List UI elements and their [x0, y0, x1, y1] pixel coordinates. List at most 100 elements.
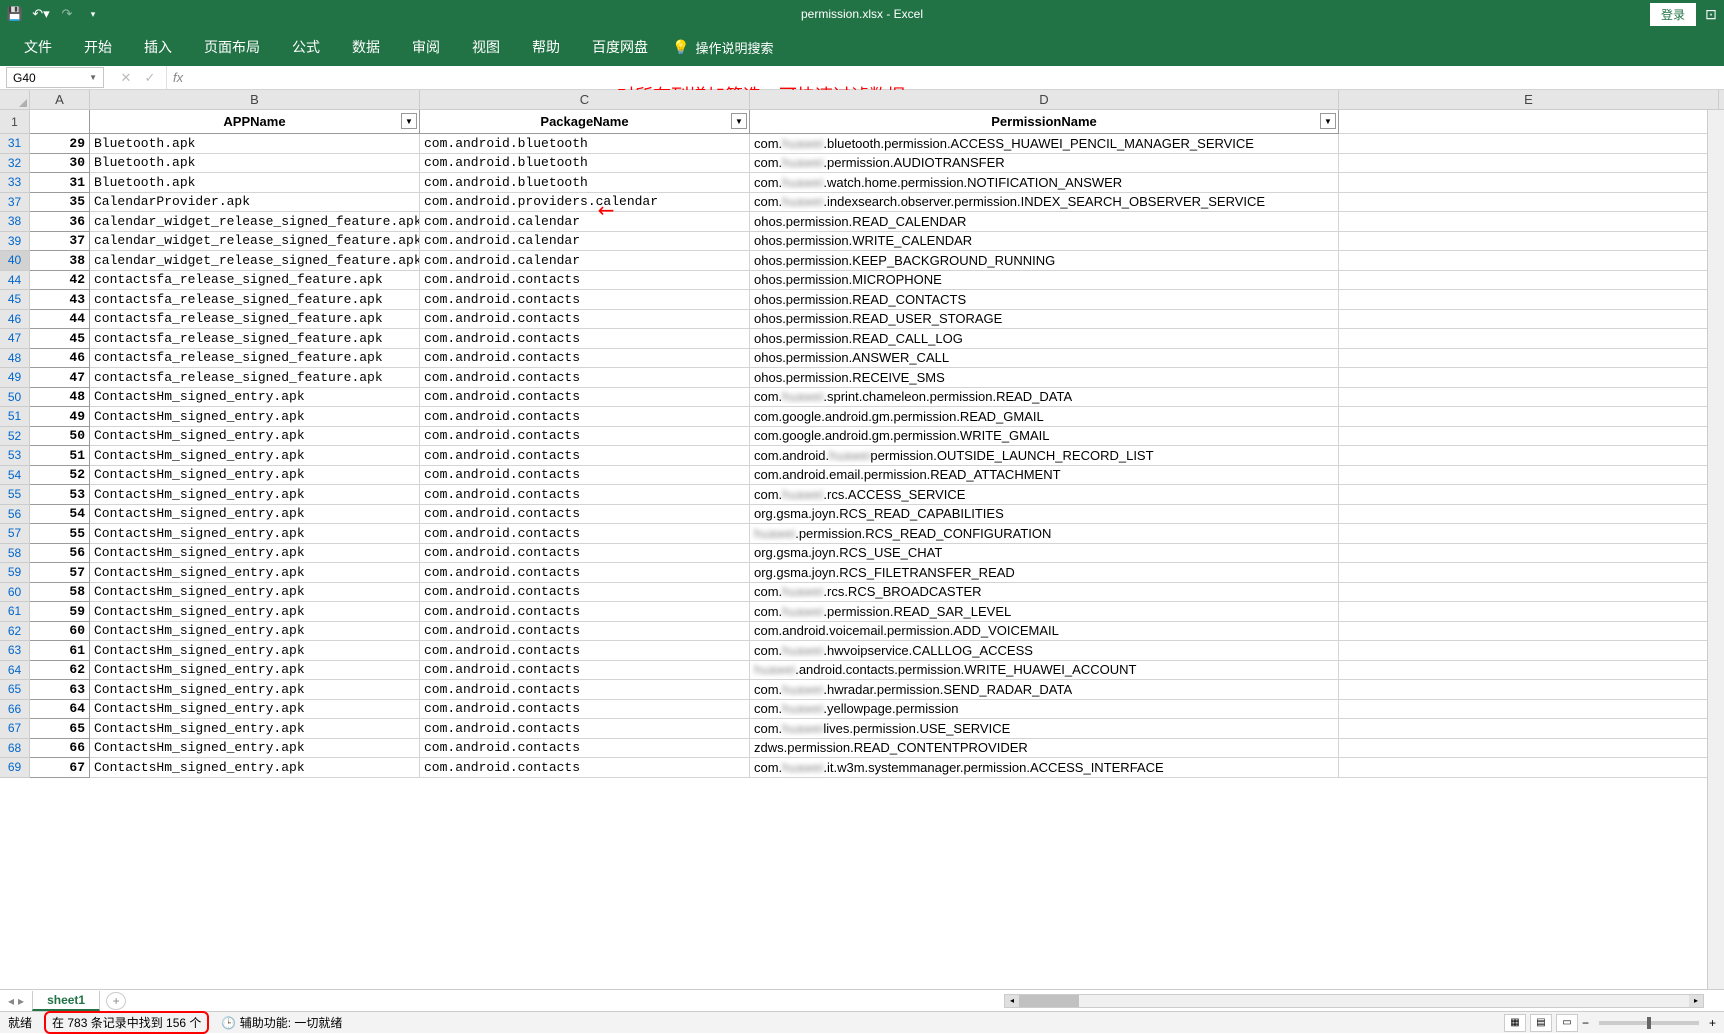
cell-appname[interactable]: ContactsHm_signed_entry.apk	[90, 485, 420, 505]
cell-appname[interactable]: ContactsHm_signed_entry.apk	[90, 719, 420, 739]
cell-empty[interactable]	[1339, 583, 1719, 603]
cell-appname[interactable]: ContactsHm_signed_entry.apk	[90, 583, 420, 603]
save-icon[interactable]: 💾	[6, 5, 24, 23]
row-header[interactable]: 44	[0, 271, 30, 291]
vertical-scrollbar[interactable]	[1707, 110, 1724, 989]
cell-permissionname[interactable]: ohos.permission.READ_USER_STORAGE	[750, 310, 1339, 330]
tab-file[interactable]: 文件	[8, 29, 68, 65]
cell-index[interactable]: 36	[30, 212, 90, 232]
cell-permissionname[interactable]: org.gsma.joyn.RCS_USE_CHAT	[750, 544, 1339, 564]
cell-appname[interactable]: ContactsHm_signed_entry.apk	[90, 661, 420, 681]
header-cell-A[interactable]	[30, 110, 90, 134]
cell-packagename[interactable]: com.android.calendar	[420, 251, 750, 271]
cell-permissionname[interactable]: com.google.android.gm.permission.READ_GM…	[750, 407, 1339, 427]
header-cell-appname[interactable]: APPName▼	[90, 110, 420, 134]
cell-index[interactable]: 54	[30, 505, 90, 525]
fx-icon[interactable]: fx	[167, 70, 189, 85]
cell-packagename[interactable]: com.android.contacts	[420, 758, 750, 778]
row-header[interactable]: 67	[0, 719, 30, 739]
cell-index[interactable]: 63	[30, 680, 90, 700]
cell-appname[interactable]: ContactsHm_signed_entry.apk	[90, 680, 420, 700]
view-break-icon[interactable]: ▭	[1556, 1014, 1578, 1032]
header-cell-packagename[interactable]: PackageName▼	[420, 110, 750, 134]
cell-appname[interactable]: ContactsHm_signed_entry.apk	[90, 739, 420, 759]
cell-index[interactable]: 65	[30, 719, 90, 739]
row-header[interactable]: 66	[0, 700, 30, 720]
maximize-icon[interactable]: ⊡	[1698, 1, 1724, 27]
cell-empty[interactable]	[1339, 407, 1719, 427]
cell-index[interactable]: 52	[30, 466, 90, 486]
cell-empty[interactable]	[1339, 680, 1719, 700]
cell-permissionname[interactable]: org.gsma.joyn.RCS_READ_CAPABILITIES	[750, 505, 1339, 525]
cell-index[interactable]: 59	[30, 602, 90, 622]
cell-appname[interactable]: contactsfa_release_signed_feature.apk	[90, 310, 420, 330]
cell-index[interactable]: 49	[30, 407, 90, 427]
cell-appname[interactable]: ContactsHm_signed_entry.apk	[90, 622, 420, 642]
tab-baidu[interactable]: 百度网盘	[576, 29, 664, 65]
cell-appname[interactable]: ContactsHm_signed_entry.apk	[90, 524, 420, 544]
cell-empty[interactable]	[1339, 212, 1719, 232]
cell-empty[interactable]	[1339, 641, 1719, 661]
cell-appname[interactable]: contactsfa_release_signed_feature.apk	[90, 290, 420, 310]
cell-permissionname[interactable]: ohos.permission.READ_CONTACTS	[750, 290, 1339, 310]
row-header[interactable]: 59	[0, 563, 30, 583]
cell-permissionname[interactable]: com.android.email.permission.READ_ATTACH…	[750, 466, 1339, 486]
cell-packagename[interactable]: com.android.contacts	[420, 661, 750, 681]
zoom-in-button[interactable]: +	[1709, 1016, 1716, 1030]
cell-appname[interactable]: contactsfa_release_signed_feature.apk	[90, 349, 420, 369]
cell-appname[interactable]: calendar_widget_release_signed_feature.a…	[90, 232, 420, 252]
cell-empty[interactable]	[1339, 466, 1719, 486]
row-header[interactable]: 68	[0, 739, 30, 759]
tab-formulas[interactable]: 公式	[276, 29, 336, 65]
cell-index[interactable]: 37	[30, 232, 90, 252]
filter-active-icon[interactable]: ▼	[731, 113, 747, 129]
cell-appname[interactable]: calendar_widget_release_signed_feature.a…	[90, 251, 420, 271]
cell-appname[interactable]: ContactsHm_signed_entry.apk	[90, 505, 420, 525]
cell-empty[interactable]	[1339, 563, 1719, 583]
tab-insert[interactable]: 插入	[128, 29, 188, 65]
row-header-1[interactable]: 1	[0, 110, 30, 134]
cell-index[interactable]: 58	[30, 583, 90, 603]
col-header-E[interactable]: E	[1339, 90, 1719, 109]
cell-empty[interactable]	[1339, 251, 1719, 271]
cell-empty[interactable]	[1339, 505, 1719, 525]
cell-packagename[interactable]: com.android.calendar	[420, 232, 750, 252]
cell-permissionname[interactable]: com.huawei.sprint.chameleon.permission.R…	[750, 388, 1339, 408]
row-header[interactable]: 33	[0, 173, 30, 193]
cell-appname[interactable]: calendar_widget_release_signed_feature.a…	[90, 212, 420, 232]
cell-index[interactable]: 42	[30, 271, 90, 291]
row-header[interactable]: 32	[0, 154, 30, 174]
row-header[interactable]: 47	[0, 329, 30, 349]
cell-packagename[interactable]: com.android.bluetooth	[420, 134, 750, 154]
row-header[interactable]: 31	[0, 134, 30, 154]
cell-index[interactable]: 66	[30, 739, 90, 759]
cell-appname[interactable]: ContactsHm_signed_entry.apk	[90, 544, 420, 564]
cell-empty[interactable]	[1339, 524, 1719, 544]
cell-packagename[interactable]: com.android.contacts	[420, 329, 750, 349]
cell-empty[interactable]	[1339, 134, 1719, 154]
cell-empty[interactable]	[1339, 368, 1719, 388]
cell-index[interactable]: 47	[30, 368, 90, 388]
row-header[interactable]: 63	[0, 641, 30, 661]
cell-empty[interactable]	[1339, 388, 1719, 408]
sheet-nav-first-icon[interactable]: ◂	[8, 994, 14, 1008]
tell-me-search[interactable]: 💡操作说明搜索	[672, 38, 773, 57]
cell-packagename[interactable]: com.android.bluetooth	[420, 173, 750, 193]
cell-packagename[interactable]: com.android.providers.calendar	[420, 193, 750, 213]
cell-packagename[interactable]: com.android.contacts	[420, 368, 750, 388]
cell-empty[interactable]	[1339, 622, 1719, 642]
cell-packagename[interactable]: com.android.contacts	[420, 349, 750, 369]
row-header[interactable]: 56	[0, 505, 30, 525]
cell-permissionname[interactable]: org.gsma.joyn.RCS_FILETRANSFER_READ	[750, 563, 1339, 583]
tab-home[interactable]: 开始	[68, 29, 128, 65]
cell-packagename[interactable]: com.android.contacts	[420, 622, 750, 642]
cell-index[interactable]: 51	[30, 446, 90, 466]
cell-empty[interactable]	[1339, 739, 1719, 759]
row-header[interactable]: 51	[0, 407, 30, 427]
cell-permissionname[interactable]: ohos.permission.RECEIVE_SMS	[750, 368, 1339, 388]
cell-empty[interactable]	[1339, 602, 1719, 622]
cell-packagename[interactable]: com.android.contacts	[420, 290, 750, 310]
undo-icon[interactable]: ↶▾	[32, 5, 50, 23]
row-header[interactable]: 39	[0, 232, 30, 252]
row-header[interactable]: 58	[0, 544, 30, 564]
